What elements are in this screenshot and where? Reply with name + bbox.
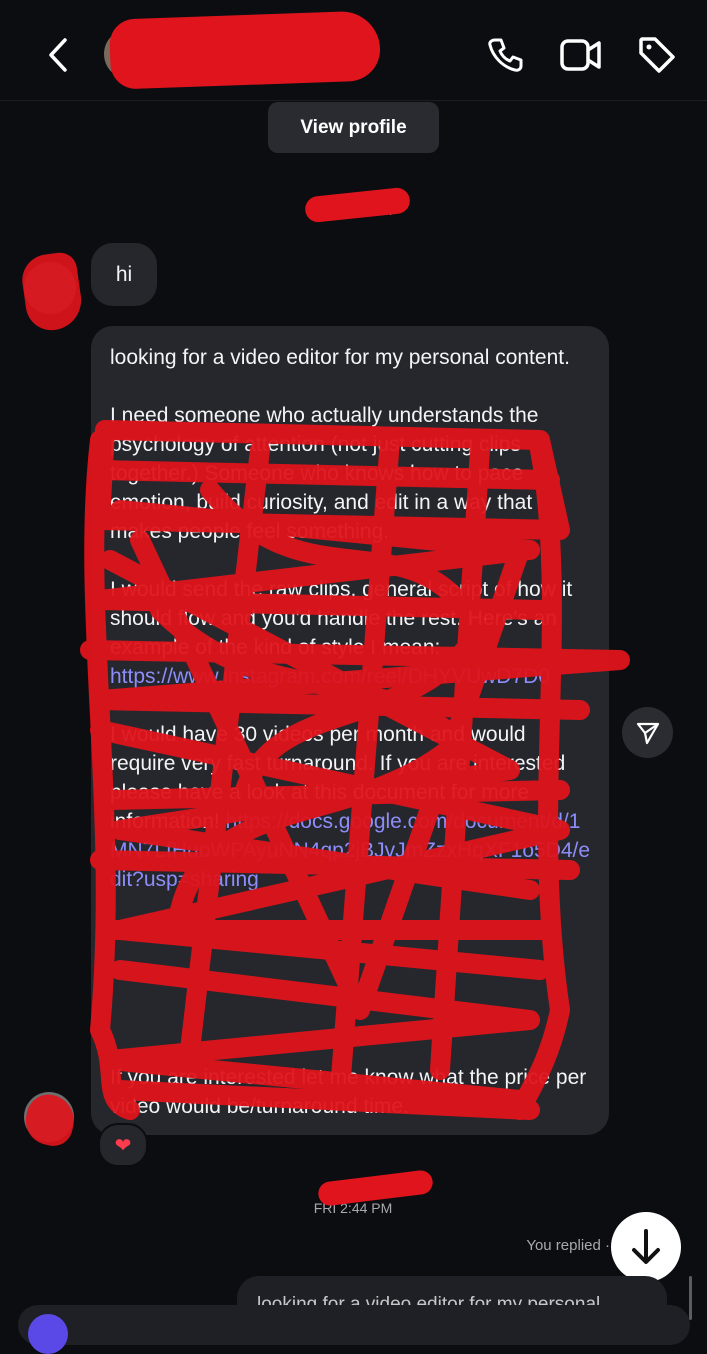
- heart-reaction[interactable]: ❤: [98, 1123, 148, 1167]
- chat-header: [0, 0, 707, 101]
- tag-button[interactable]: [632, 30, 682, 80]
- message-composer[interactable]: [18, 1305, 690, 1345]
- redacted-contact-name: [108, 10, 382, 90]
- message-paragraph: looking for a video editor for my person…: [110, 346, 570, 369]
- tag-icon: [639, 37, 675, 73]
- view-profile-button[interactable]: View profile: [268, 102, 439, 153]
- send-icon: [636, 722, 659, 744]
- arrow-down-icon: [632, 1229, 660, 1264]
- video-camera-icon: [560, 39, 601, 71]
- message-text: hi: [115, 263, 133, 286]
- scrollbar[interactable]: [689, 1276, 692, 1320]
- message-bubble[interactable]: hi: [91, 243, 157, 306]
- camera-button[interactable]: [28, 1314, 68, 1354]
- phone-icon: [488, 38, 523, 72]
- back-button[interactable]: [33, 30, 83, 80]
- redaction-mark: [18, 250, 86, 334]
- scroll-to-bottom-button[interactable]: [611, 1212, 681, 1282]
- video-call-button[interactable]: [556, 30, 606, 80]
- scribble-redaction: [80, 420, 630, 1120]
- heart-icon: ❤: [114, 1134, 132, 1157]
- share-button[interactable]: [622, 707, 673, 758]
- chevron-left-icon: [49, 38, 67, 72]
- audio-call-button[interactable]: [480, 30, 530, 80]
- you-replied-label: You replied ·: [526, 1237, 610, 1254]
